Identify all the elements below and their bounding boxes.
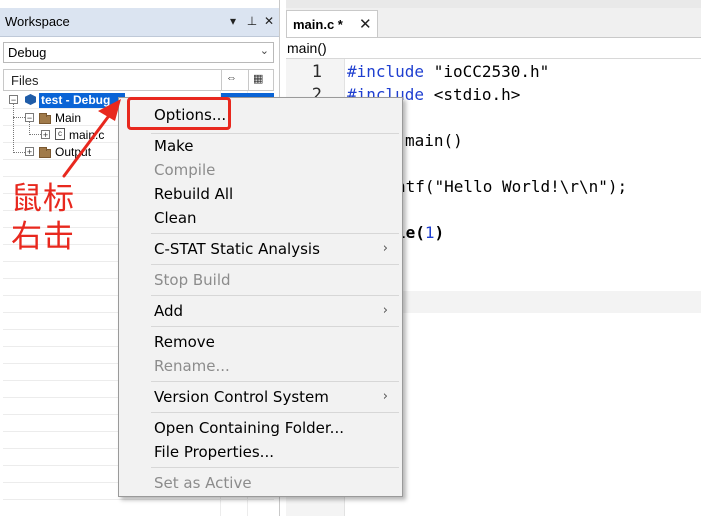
menu-separator: [151, 264, 399, 265]
submenu-arrow-icon: ›: [382, 241, 388, 256]
options-highlight-box: [127, 97, 231, 130]
menu-item-remove[interactable]: Remove: [154, 331, 215, 353]
menu-item-open-containing-folder[interactable]: Open Containing Folder...: [154, 417, 344, 439]
code-line-8[interactable]: le(1): [396, 223, 444, 242]
code-line-6[interactable]: ntf("Hello World!\r\n");: [396, 177, 627, 196]
project-icon: [25, 94, 36, 105]
workspace-titlebar: Workspace ▾ ⊥ ✕: [0, 8, 279, 37]
include-target: <stdio.h>: [424, 85, 521, 104]
project-label: test - Debug: [39, 93, 125, 108]
code-line-1[interactable]: #include "ioCC2530.h": [347, 62, 549, 81]
c-file-icon: c: [55, 128, 65, 140]
tab-main-c[interactable]: main.c * ✕: [286, 10, 378, 37]
tab-label: main.c *: [293, 17, 343, 32]
annotation-text: 鼠标 右击: [11, 180, 81, 256]
menu-item-file-properties[interactable]: File Properties...: [154, 441, 274, 463]
chevron-down-icon: ⌄: [259, 45, 269, 57]
line-number: 1: [311, 62, 322, 82]
menu-item-add[interactable]: Add: [154, 300, 183, 322]
menu-item-clean[interactable]: Clean: [154, 207, 197, 229]
cstat-label: C-STAT Static Analysis: [154, 240, 320, 258]
files-header-label: Files: [11, 73, 39, 88]
function-name: main(): [287, 40, 327, 56]
menu-separator: [151, 326, 399, 327]
menu-item-rename: Rename...: [154, 357, 230, 375]
menu-separator: [151, 133, 399, 134]
function-navigator[interactable]: main(): [286, 38, 701, 59]
output-group-label: Output: [55, 145, 92, 159]
menu-item-rebuild-all[interactable]: Rebuild All: [154, 183, 233, 205]
code-line-4[interactable]: main(): [405, 131, 463, 150]
menu-separator: [151, 381, 399, 382]
editor-tab-strip: main.c * ✕: [286, 8, 701, 38]
folder-icon: [39, 147, 51, 158]
compile-status-icon[interactable]: ⇔: [226, 72, 237, 84]
menu-item-make[interactable]: Make: [154, 135, 194, 157]
menu-item-version-control[interactable]: Version Control System: [154, 386, 329, 408]
column-separator: [248, 70, 249, 90]
submenu-arrow-icon: ›: [382, 303, 388, 318]
menu-item-stop-build: Stop Build: [154, 271, 231, 289]
editor-top-strip: [286, 0, 701, 8]
menu-separator: [151, 295, 399, 296]
close-icon[interactable]: ✕: [262, 13, 276, 29]
build-options-icon[interactable]: ▦: [253, 72, 263, 85]
literal-number: 1: [424, 223, 435, 242]
menu-separator: [151, 412, 399, 413]
folder-icon: [39, 113, 51, 124]
tab-close-icon[interactable]: ✕: [359, 15, 372, 33]
annotation-line-2: 右击: [11, 219, 75, 255]
expand-icon[interactable]: +: [25, 147, 34, 157]
collapse-icon[interactable]: −: [9, 95, 18, 105]
submenu-arrow-icon: ›: [382, 389, 388, 404]
include-keyword: #include: [347, 62, 425, 81]
menu-item-set-as-active: Set as Active: [154, 474, 252, 492]
include-target: "ioCC2530.h": [424, 62, 550, 81]
dropdown-icon[interactable]: ▾: [226, 13, 240, 29]
expand-icon[interactable]: +: [41, 130, 50, 140]
main-group-label: Main: [55, 111, 82, 125]
main-c-label: main.c: [69, 128, 105, 142]
menu-separator: [151, 233, 399, 234]
context-menu: Options... Make Compile Rebuild All Clea…: [118, 97, 403, 497]
configuration-value: Debug: [8, 45, 47, 60]
pin-icon[interactable]: ⊥: [245, 13, 259, 29]
files-column-header: Files ⇔ ▦: [3, 69, 274, 91]
annotation-line-1: 鼠标: [11, 181, 75, 217]
menu-separator: [151, 467, 399, 468]
configuration-dropdown[interactable]: Debug ⌄: [3, 42, 274, 63]
menu-item-compile: Compile: [154, 161, 216, 179]
menu-item-cstat[interactable]: C-STAT Static Analysis: [154, 238, 402, 260]
column-separator: [221, 70, 222, 90]
workspace-title: Workspace: [5, 14, 70, 29]
